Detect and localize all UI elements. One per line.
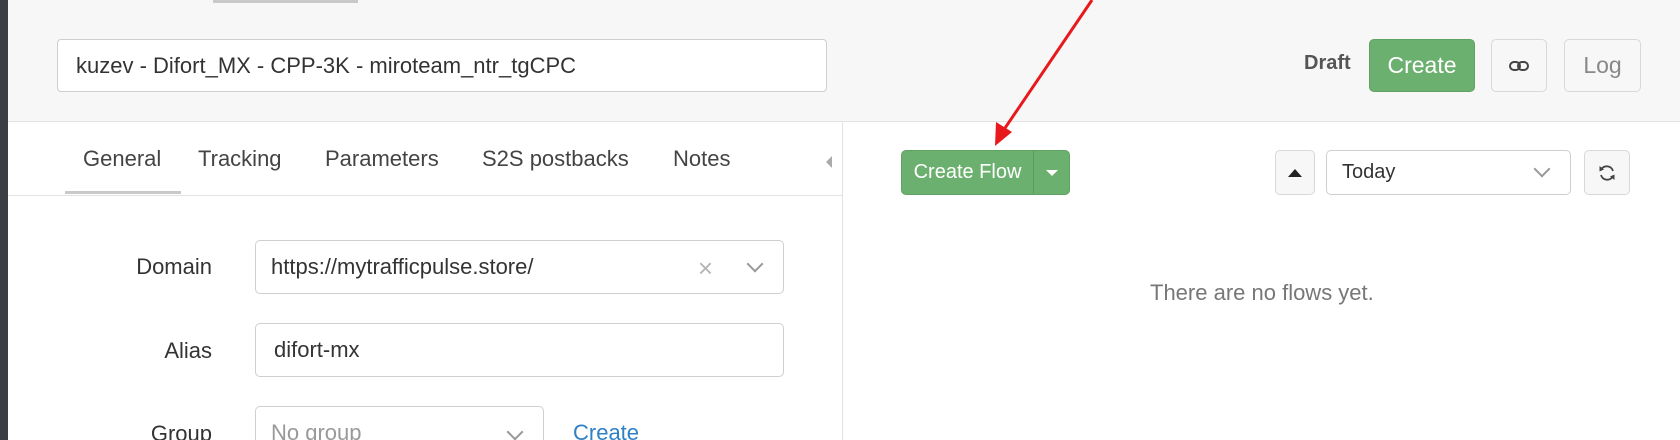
empty-flows-message: There are no flows yet. — [1150, 280, 1374, 305]
domain-select[interactable]: https://mytrafficpulse.store/ × — [255, 240, 784, 294]
refresh-button[interactable] — [1584, 150, 1630, 195]
chevron-down-icon[interactable] — [746, 255, 764, 273]
status-label: Draft — [1304, 52, 1351, 74]
tab-parameters[interactable]: Parameters — [325, 146, 439, 172]
group-label: Group — [150, 421, 212, 440]
create-flow-button[interactable]: Create Flow — [901, 150, 1070, 195]
domain-value: https://mytrafficpulse.store/ — [271, 254, 534, 279]
create-campaign-button[interactable]: Create — [1369, 39, 1475, 92]
log-button[interactable]: Log — [1564, 39, 1641, 92]
sort-up-button[interactable] — [1275, 150, 1315, 195]
alias-label: Alias — [164, 338, 212, 363]
active-tab-indicator — [65, 191, 181, 194]
create-flow-label[interactable]: Create Flow — [902, 151, 1034, 194]
refresh-icon — [1599, 164, 1615, 181]
settings-tabs: General Tracking Parameters S2S postback… — [8, 122, 842, 196]
alias-input[interactable]: difort-mx — [255, 323, 784, 377]
clear-icon[interactable]: × — [698, 253, 713, 284]
date-range-value: Today — [1342, 161, 1396, 183]
arrow-head-icon — [995, 122, 1012, 146]
tab-s2s-postbacks[interactable]: S2S postbacks — [482, 146, 629, 172]
tabs-scroll-left-icon[interactable] — [826, 156, 832, 168]
domain-label: Domain — [136, 254, 212, 279]
link-icon — [1509, 60, 1529, 71]
window-edge — [0, 0, 8, 440]
caret-up-icon — [1288, 168, 1302, 177]
chevron-down-icon[interactable] — [1533, 160, 1551, 178]
copy-link-button[interactable] — [1491, 39, 1547, 92]
create-group-link[interactable]: Create — [573, 420, 639, 440]
group-placeholder: No group — [271, 420, 362, 440]
caret-down-icon — [1045, 169, 1058, 176]
tab-general[interactable]: General — [83, 146, 161, 172]
tab-notes[interactable]: Notes — [673, 146, 730, 172]
tab-tracking[interactable]: Tracking — [198, 146, 282, 172]
top-tab-indicator — [213, 0, 358, 3]
panel-divider — [842, 122, 843, 440]
create-flow-dropdown[interactable] — [1034, 151, 1069, 194]
date-range-select[interactable]: Today — [1326, 150, 1571, 195]
chevron-down-icon[interactable] — [506, 423, 524, 440]
campaign-name-input[interactable]: kuzev - Difort_MX - CPP-3K - miroteam_nt… — [57, 39, 827, 92]
group-select[interactable]: No group — [255, 406, 544, 440]
